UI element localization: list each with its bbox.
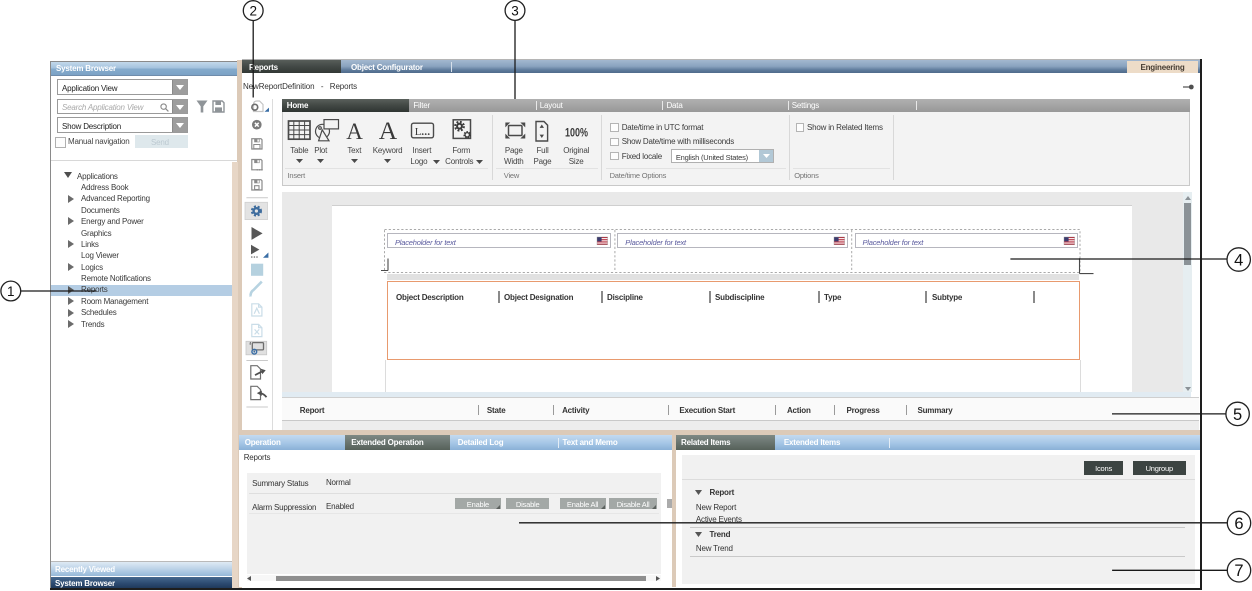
svg-text:2: 2 <box>249 3 257 18</box>
svg-text:1: 1 <box>7 284 15 299</box>
svg-text:4: 4 <box>1234 251 1243 269</box>
svg-text:6: 6 <box>1234 515 1243 533</box>
svg-text:5: 5 <box>1233 406 1242 424</box>
svg-text:7: 7 <box>1234 562 1243 580</box>
svg-text:3: 3 <box>511 3 519 18</box>
